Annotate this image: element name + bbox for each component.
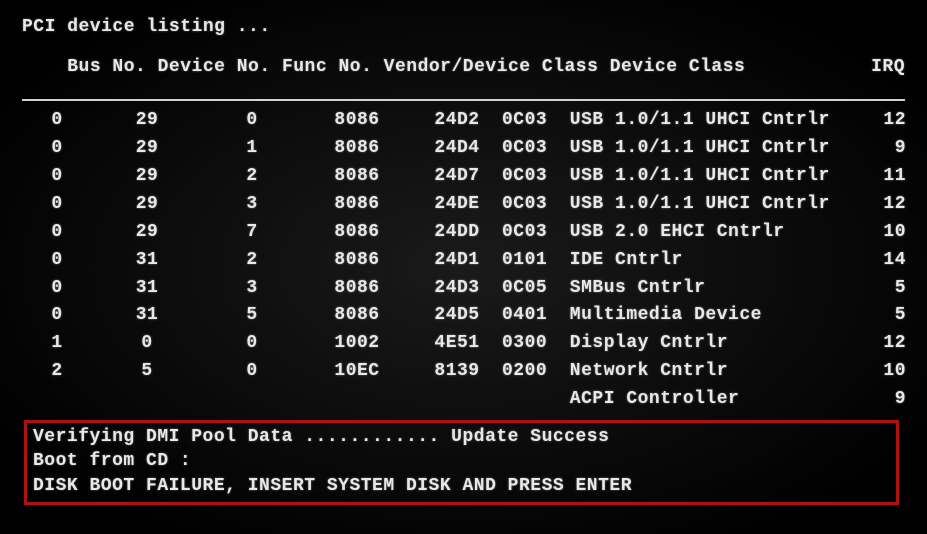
table-row: 0290808624D20C03 USB 1.0/1.1 UHCI Cntrlr… (22, 107, 905, 135)
irq-value: 11 (862, 163, 906, 191)
table-row: 0292808624D70C03 USB 1.0/1.1 UHCI Cntrlr… (22, 163, 905, 191)
table-row: 0297808624DD0C03 USB 2.0 EHCI Cntrlr10 (22, 219, 905, 247)
boot-from-cd-line: Boot from CD : (33, 449, 890, 473)
table-row-acpi: ACPI Controller9 (22, 386, 905, 414)
device-no: 29 (92, 163, 202, 191)
table-row: 0312808624D10101 IDE Cntrlr14 (22, 247, 905, 275)
device-description: 0300 Display Cntrlr (502, 330, 862, 358)
func-no: 2 (202, 163, 302, 191)
device-class-code: 24D1 (412, 247, 502, 275)
device-class-code: 4E51 (412, 330, 502, 358)
func-no: 1 (202, 135, 302, 163)
irq-header: IRQ (871, 58, 905, 78)
device-description: 0C03 USB 1.0/1.1 UHCI Cntrlr (502, 163, 862, 191)
device-no: 31 (92, 275, 202, 303)
vendor-id: 8086 (302, 191, 412, 219)
device-no: 29 (92, 219, 202, 247)
dmi-verify-line: Verifying DMI Pool Data ............ Upd… (33, 425, 890, 449)
device-class-code: 8139 (412, 358, 502, 386)
device-no: 29 (92, 135, 202, 163)
table-row: 0313808624D30C05 SMBus Cntrlr5 (22, 275, 905, 303)
func-no: 0 (202, 330, 302, 358)
table-row: 0315808624D50401 Multimedia Device5 (22, 302, 905, 330)
vendor-id: 8086 (302, 219, 412, 247)
device-no: 29 (92, 107, 202, 135)
irq-value: 5 (862, 275, 906, 303)
device-description: 0C03 USB 1.0/1.1 UHCI Cntrlr (502, 107, 862, 135)
table-row: 10010024E510300 Display Cntrlr12 (22, 330, 905, 358)
device-no: 31 (92, 247, 202, 275)
pci-device-table: 0290808624D20C03 USB 1.0/1.1 UHCI Cntrlr… (22, 107, 905, 414)
func-no: 3 (202, 275, 302, 303)
vendor-id: 8086 (302, 247, 412, 275)
device-class-code: 24D5 (412, 302, 502, 330)
bus-no: 0 (22, 302, 92, 330)
irq-value: 5 (862, 302, 906, 330)
bus-no: 0 (22, 135, 92, 163)
irq-value: 12 (862, 191, 906, 219)
vendor-id: 8086 (302, 163, 412, 191)
irq-value: 12 (862, 107, 906, 135)
header-divider (22, 99, 905, 101)
irq-value: 10 (862, 219, 906, 247)
irq-value: 14 (862, 247, 906, 275)
device-class-code: 24D2 (412, 107, 502, 135)
irq-value: 9 (862, 386, 906, 414)
irq-value: 12 (862, 330, 906, 358)
vendor-id: 8086 (302, 275, 412, 303)
bus-no: 0 (22, 163, 92, 191)
device-class-code: 24D7 (412, 163, 502, 191)
table-row: 25010EC81390200 Network Cntrlr10 (22, 358, 905, 386)
table-row: 0291808624D40C03 USB 1.0/1.1 UHCI Cntrlr… (22, 135, 905, 163)
device-class-code: 24DD (412, 219, 502, 247)
bus-no: 2 (22, 358, 92, 386)
device-description: 0401 Multimedia Device (502, 302, 862, 330)
pci-listing-title: PCI device listing ... (22, 18, 905, 38)
device-class-code: 24DE (412, 191, 502, 219)
bus-no: 0 (22, 275, 92, 303)
device-description: 0C03 USB 2.0 EHCI Cntrlr (502, 219, 862, 247)
device-description: 0C03 USB 1.0/1.1 UHCI Cntrlr (502, 191, 862, 219)
table-row: 0293808624DE0C03 USB 1.0/1.1 UHCI Cntrlr… (22, 191, 905, 219)
device-description: 0C03 USB 1.0/1.1 UHCI Cntrlr (502, 135, 862, 163)
device-description: ACPI Controller (502, 386, 862, 414)
boot-error-highlight-box: Verifying DMI Pool Data ............ Upd… (24, 420, 899, 505)
bios-post-screen: PCI device listing ... Bus No. Device No… (0, 0, 927, 515)
device-no: 31 (92, 302, 202, 330)
device-class-code: 24D3 (412, 275, 502, 303)
column-header-line: Bus No. Device No. Func No. Vendor/Devic… (22, 38, 905, 97)
device-description: 0101 IDE Cntrlr (502, 247, 862, 275)
disk-boot-failure-line: DISK BOOT FAILURE, INSERT SYSTEM DISK AN… (33, 474, 890, 498)
vendor-id: 8086 (302, 135, 412, 163)
device-no: 5 (92, 358, 202, 386)
func-no: 0 (202, 358, 302, 386)
func-no: 0 (202, 107, 302, 135)
device-no: 29 (92, 191, 202, 219)
bus-no: 1 (22, 330, 92, 358)
device-description: 0200 Network Cntrlr (502, 358, 862, 386)
func-no: 3 (202, 191, 302, 219)
vendor-id: 10EC (302, 358, 412, 386)
irq-value: 9 (862, 135, 906, 163)
bus-no: 0 (22, 219, 92, 247)
device-no: 0 (92, 330, 202, 358)
vendor-id: 8086 (302, 302, 412, 330)
irq-value: 10 (862, 358, 906, 386)
columns-header: Bus No. Device No. Func No. Vendor/Devic… (67, 57, 745, 77)
vendor-id: 8086 (302, 107, 412, 135)
vendor-id: 1002 (302, 330, 412, 358)
device-class-code: 24D4 (412, 135, 502, 163)
func-no: 2 (202, 247, 302, 275)
func-no: 7 (202, 219, 302, 247)
bus-no: 0 (22, 247, 92, 275)
bus-no: 0 (22, 191, 92, 219)
device-description: 0C05 SMBus Cntrlr (502, 275, 862, 303)
func-no: 5 (202, 302, 302, 330)
bus-no: 0 (22, 107, 92, 135)
